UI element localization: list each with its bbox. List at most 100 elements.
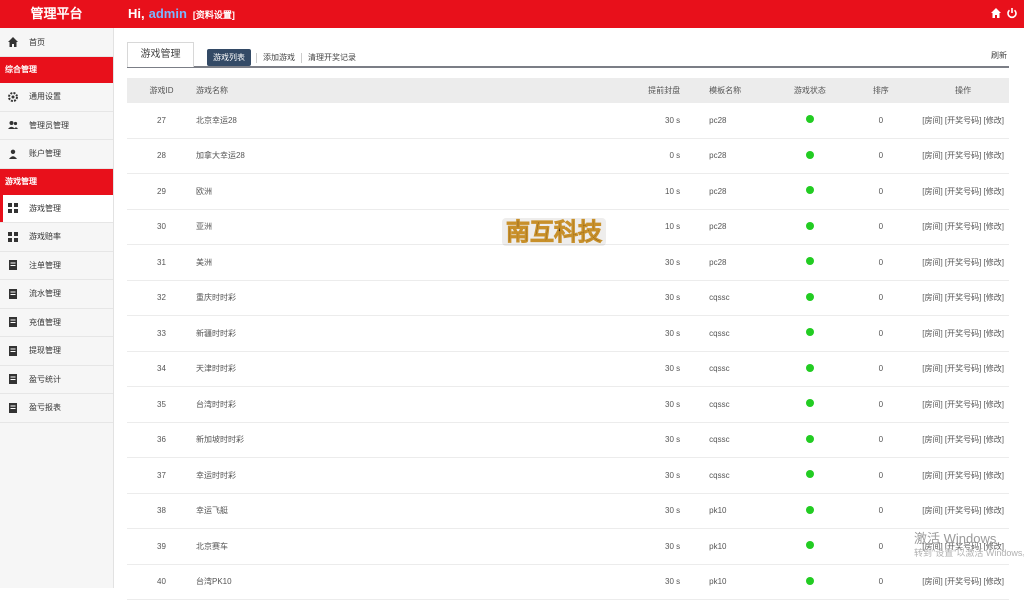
row-action-links[interactable]: [房间] [开奖号码] [修改] [922,151,1004,160]
col-header-template: 模板名称 [708,78,780,103]
status-enabled-dot [805,115,814,124]
cell-template: pc28 [708,103,780,139]
cell-status [779,315,841,352]
cell-status [779,138,841,174]
status-enabled-dot [805,257,814,266]
watermark-logo: 南互科技 [502,217,606,246]
cell-status [779,457,841,494]
profile-settings-link[interactable]: [资料设置] [193,10,235,20]
cell-sort: 0 [840,209,922,245]
row-action-links[interactable]: [房间] [开奖号码] [修改] [922,116,1004,125]
row-action-links[interactable]: [房间] [开奖号码] [修改] [922,258,1004,267]
sidebar-item-bets[interactable]: 注单管理 [0,252,113,280]
sidebar-item-label: 提现管理 [29,346,61,356]
cell-sort: 0 [840,564,922,600]
sidebar-item-profit-report[interactable]: 盈亏报表 [0,394,113,423]
cell-close-time: 30 s [580,528,709,565]
cell-game-id: 39 [127,528,196,565]
refresh-link[interactable]: 刷新 [991,50,1007,61]
sidebar-item-label: 流水管理 [29,289,61,299]
row-action-links[interactable]: [房间] [开奖号码] [修改] [922,293,1004,302]
tab-clear-draw-records[interactable]: 清理开奖记录 [308,49,356,66]
cell-close-time: 30 s [580,351,709,387]
page-title-tab[interactable]: 游戏管理 [127,42,194,67]
status-enabled-dot [805,150,814,159]
cell-game-name: 幸运飞艇 [195,493,581,529]
row-action-links[interactable]: [房间] [开奖号码] [修改] [922,435,1004,444]
cell-sort: 0 [840,244,922,281]
sidebar-item-label: 账户管理 [29,149,61,159]
cell-status [779,564,841,600]
col-header-name: 游戏名称 [195,78,581,103]
cell-actions: [房间] [开奖号码] [修改] [921,564,1009,600]
cell-template: pc28 [708,209,780,245]
cell-actions: [房间] [开奖号码] [修改] [921,315,1009,352]
sidebar-section-games: 游戏管理 [0,168,113,195]
cell-close-time: 30 s [580,315,709,352]
row-action-links[interactable]: [房间] [开奖号码] [修改] [922,364,1004,373]
sidebar-item-admin[interactable]: 管理员管理 [0,112,113,140]
sidebar-item-withdraw[interactable]: 提现管理 [0,337,113,366]
tab-add-game[interactable]: 添加游戏 [263,49,295,66]
power-icon[interactable] [1006,7,1018,19]
cell-template: pk10 [708,493,780,529]
cell-close-time: 30 s [580,280,709,316]
row-action-links[interactable]: [房间] [开奖号码] [修改] [922,577,1004,586]
sidebar-item-game-odds[interactable]: 游戏赔率 [0,223,113,252]
sidebar-item-flow[interactable]: 流水管理 [0,280,113,309]
doc-icon [9,402,17,413]
username-link[interactable]: admin [149,6,187,21]
sidebar-item-home[interactable]: 首页 [0,28,113,57]
sidebar: 首页 综合管理 通用设置 管理员管理 账户管理 游戏管理 游戏管理 游戏赔率 注… [0,28,114,588]
sidebar-item-accounts[interactable]: 账户管理 [0,140,113,169]
watermark-text: 南互科技 [506,217,603,246]
tab-separator [301,53,302,63]
doc-icon [9,288,17,299]
sidebar-item-game-management[interactable]: 游戏管理 [0,194,113,223]
cell-template: cqssc [708,351,780,387]
greeting-text: Hi, [128,6,145,21]
status-enabled-dot [805,576,814,585]
row-action-links[interactable]: [房间] [开奖号码] [修改] [922,471,1004,480]
home-icon[interactable] [990,7,1002,19]
cell-game-name: 幸运时时彩 [195,457,581,494]
col-header-status: 游戏状态 [779,78,841,103]
cell-game-id: 32 [127,280,196,316]
sidebar-item-recharge[interactable]: 充值管理 [0,309,113,337]
cell-status [779,386,841,423]
tab-separator [256,53,257,63]
cell-game-id: 34 [127,351,196,387]
tab-game-list[interactable]: 游戏列表 [207,49,251,66]
cell-close-time: 30 s [580,422,709,458]
cell-status [779,351,841,387]
sidebar-item-general-settings[interactable]: 通用设置 [0,83,113,112]
row-action-links[interactable]: [房间] [开奖号码] [修改] [922,506,1004,515]
doc-icon [9,260,17,271]
cell-template: pc28 [708,244,780,281]
cell-sort: 0 [840,386,922,423]
row-action-links[interactable]: [房间] [开奖号码] [修改] [922,222,1004,231]
status-enabled-dot [805,186,814,195]
col-header-actions: 操作 [921,78,1009,103]
cell-status [779,280,841,316]
top-bar: 管理平台 Hi, admin [资料设置] [0,0,1024,28]
table-row: 38 幸运飞艇 30 s pk10 0 [房间] [开奖号码] [修改] [127,493,1009,529]
cell-game-id: 36 [127,422,196,458]
cell-actions: [房间] [开奖号码] [修改] [921,173,1009,210]
cell-game-id: 35 [127,386,196,423]
row-action-links[interactable]: [房间] [开奖号码] [修改] [922,329,1004,338]
row-action-links[interactable]: [房间] [开奖号码] [修改] [922,400,1004,409]
row-action-links[interactable]: [房间] [开奖号码] [修改] [922,187,1004,196]
sidebar-item-label: 盈亏报表 [29,403,61,413]
user-icon [9,149,17,159]
cell-game-id: 37 [127,457,196,494]
cell-game-id: 30 [127,209,196,245]
cell-actions: [房间] [开奖号码] [修改] [921,138,1009,174]
doc-icon [9,374,17,385]
sidebar-item-profit-stats[interactable]: 盈亏统计 [0,366,113,394]
cell-sort: 0 [840,315,922,352]
cell-close-time: 30 s [580,493,709,529]
table-row: 34 天津时时彩 30 s cqssc 0 [房间] [开奖号码] [修改] [127,351,1009,387]
cell-actions: [房间] [开奖号码] [修改] [921,386,1009,423]
table-row: 37 幸运时时彩 30 s cqssc 0 [房间] [开奖号码] [修改] [127,457,1009,494]
